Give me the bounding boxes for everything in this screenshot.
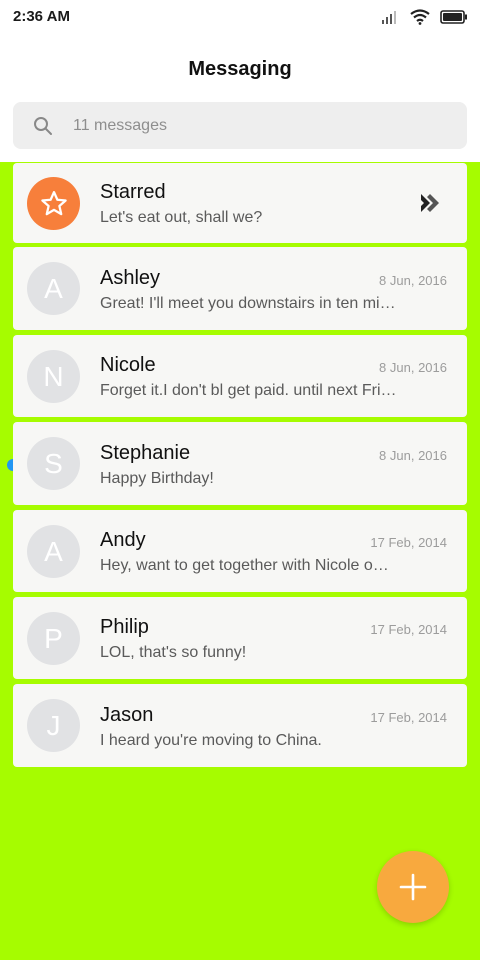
contact-name: Jason <box>100 704 154 726</box>
avatar: P <box>27 612 80 665</box>
starred-avatar <box>27 177 80 230</box>
starred-preview: Let's eat out, shall we? <box>100 209 263 226</box>
wifi-icon <box>410 9 430 25</box>
new-message-button[interactable] <box>377 851 449 923</box>
search-bar[interactable]: 11 messages <box>13 102 467 149</box>
message-date: 8 Jun, 2016 <box>379 448 447 463</box>
plus-icon <box>399 873 427 901</box>
message-date: 17 Feb, 2014 <box>370 535 447 550</box>
message-preview: Great! I'll meet you downstairs in ten m… <box>100 295 396 312</box>
star-icon <box>40 190 67 215</box>
contact-name: Ashley <box>100 267 161 289</box>
page-title: Messaging <box>188 58 292 80</box>
starred-item[interactable]: Starred Let's eat out, shall we? <box>13 163 467 243</box>
contact-name: Philip <box>100 616 149 638</box>
avatar: S <box>27 437 80 490</box>
conversation-item[interactable]: A Ashley 8 Jun, 2016 Great! I'll meet yo… <box>13 247 467 330</box>
message-date: 8 Jun, 2016 <box>379 273 447 288</box>
conversation-item[interactable]: N Nicole 8 Jun, 2016 Forget it.I don't b… <box>13 335 467 417</box>
message-preview: Forget it.I don't bl get paid. until nex… <box>100 382 397 399</box>
avatar: N <box>27 350 80 403</box>
message-preview: Happy Birthday! <box>100 470 214 487</box>
message-preview: I heard you're moving to China. <box>100 732 322 749</box>
message-date: 17 Feb, 2014 <box>370 622 447 637</box>
avatar: J <box>27 699 80 752</box>
starred-title: Starred <box>100 181 166 203</box>
double-chevron-icon[interactable] <box>419 191 445 215</box>
conversation-item[interactable]: A Andy 17 Feb, 2014 Hey, want to get tog… <box>13 510 467 592</box>
signal-icon <box>382 11 396 24</box>
message-preview: LOL, that's so funny! <box>100 644 247 661</box>
status-icons <box>382 9 468 25</box>
status-time: 2:36 AM <box>13 8 70 25</box>
avatar: A <box>27 262 80 315</box>
contact-name: Stephanie <box>100 442 191 464</box>
search-placeholder: 11 messages <box>73 117 167 134</box>
conversation-list[interactable]: Starred Let's eat out, shall we? A Ashle… <box>0 162 480 960</box>
search-icon <box>34 117 52 135</box>
contact-name: Nicole <box>100 354 156 376</box>
contact-name: Andy <box>100 529 146 551</box>
avatar: A <box>27 525 80 578</box>
message-date: 17 Feb, 2014 <box>370 710 447 725</box>
conversation-item[interactable]: J Jason 17 Feb, 2014 I heard you're movi… <box>13 684 467 767</box>
message-preview: Hey, want to get together with Nicole o… <box>100 557 389 574</box>
conversation-item[interactable]: P Philip 17 Feb, 2014 LOL, that's so fun… <box>13 597 467 679</box>
conversation-item[interactable]: S Stephanie 8 Jun, 2016 Happy Birthday! <box>13 422 467 505</box>
header: Messaging 11 messages <box>0 34 480 162</box>
battery-icon <box>440 10 467 24</box>
status-bar: 2:36 AM <box>0 0 480 34</box>
message-date: 8 Jun, 2016 <box>379 360 447 375</box>
